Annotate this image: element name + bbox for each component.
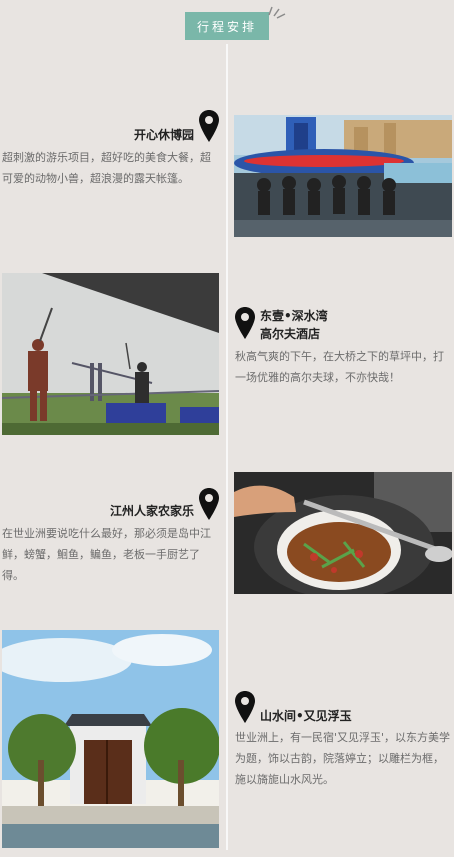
- page-title-badge: 行程安排: [185, 12, 269, 40]
- golf-range-photo: [2, 273, 219, 435]
- item-title: 山水间•又见浮玉: [260, 709, 352, 723]
- item-description: 秋高气爽的下午，在大桥之下的草坪中，打一场优雅的高尔夫球，不亦快哉！: [235, 350, 444, 384]
- item-description: 在世业洲要说吃什么最好，那必须是岛中江鲜，螃蟹，鮰鱼，鳊鱼，老板一手厨艺了得。: [2, 527, 211, 582]
- item-title: 江州人家农家乐: [109, 504, 194, 518]
- wok-cooking-photo: [234, 472, 452, 594]
- map-pin-icon: [235, 307, 255, 339]
- amusement-ride-photo: [234, 115, 452, 237]
- sparkle-icon: [268, 6, 286, 19]
- itinerary-page: 行程安排 开心休博园 超刺激的游乐项目，超好吃的美食大餐，超可爱的动物小兽，超浪…: [0, 0, 454, 857]
- item-description: 超刺激的游乐项目，超好吃的美食大餐，超可爱的动物小兽，超浪漫的露天帐篷。: [2, 151, 211, 185]
- timeline-divider: [226, 44, 228, 850]
- item-description: 世业洲上，有一民宿'又见浮玉'，以东方美学为题，饰以古韵，院落婷立；以雕栏为框，…: [235, 731, 451, 786]
- item-title-line1: 东壹•深水湾: [260, 309, 328, 323]
- map-pin-icon: [199, 488, 219, 520]
- item-title-line2: 高尔夫酒店: [260, 327, 321, 341]
- map-pin-icon: [235, 691, 255, 723]
- courtyard-gate-photo: [2, 630, 219, 848]
- item-title: 开心休博园: [133, 128, 194, 142]
- map-pin-icon: [199, 110, 219, 142]
